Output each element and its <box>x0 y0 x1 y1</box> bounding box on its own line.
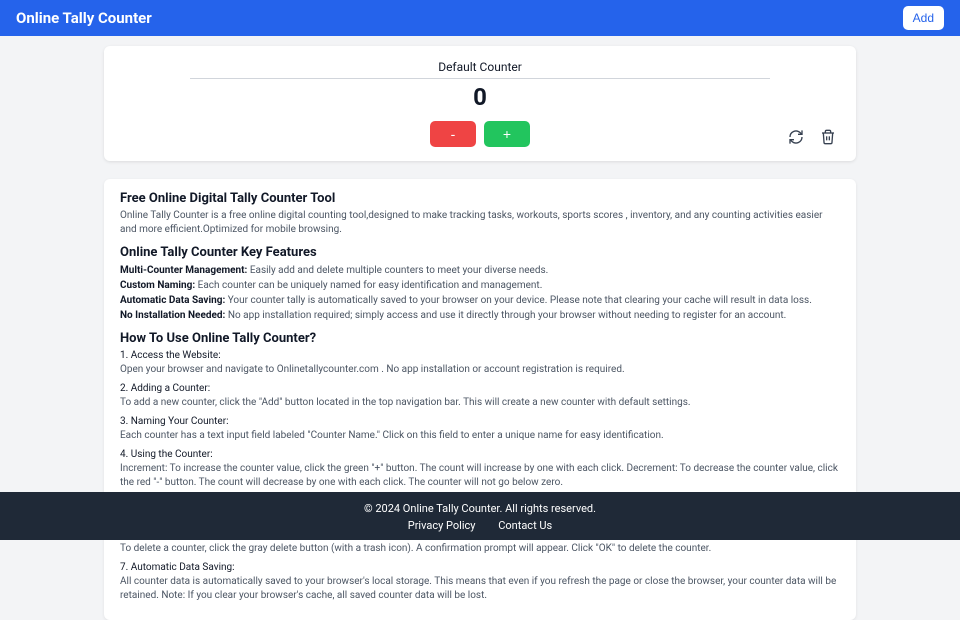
increment-button[interactable]: + <box>484 121 530 147</box>
counter-actions <box>786 127 838 147</box>
footer-copyright: © 2024 Online Tally Counter. All rights … <box>0 502 960 515</box>
footer: © 2024 Online Tally Counter. All rights … <box>0 492 960 540</box>
delete-button[interactable] <box>818 127 838 147</box>
howto-item: 1. Access the Website:Open your browser … <box>120 349 840 377</box>
info-heading-3: How To Use Online Tally Counter? <box>120 331 840 346</box>
info-heading-2: Online Tally Counter Key Features <box>120 245 840 260</box>
app-title: Online Tally Counter <box>16 9 152 27</box>
info-intro: Online Tally Counter is a free online di… <box>120 209 840 237</box>
info-card: Free Online Digital Tally Counter Tool O… <box>104 179 856 620</box>
reset-button[interactable] <box>786 127 806 147</box>
counter-value: 0 <box>122 83 838 111</box>
decrement-button[interactable]: - <box>430 121 476 147</box>
feature-item: Automatic Data Saving: Your counter tall… <box>120 293 840 308</box>
feature-item: Custom Naming: Each counter can be uniqu… <box>120 278 840 293</box>
feature-item: No Installation Needed: No app installat… <box>120 308 840 323</box>
howto-item: 3. Naming Your Counter:Each counter has … <box>120 415 840 443</box>
feature-list: Multi-Counter Management: Easily add and… <box>120 263 840 323</box>
counter-card: Default Counter 0 - + <box>104 46 856 161</box>
contact-link[interactable]: Contact Us <box>498 519 552 532</box>
info-heading-1: Free Online Digital Tally Counter Tool <box>120 191 840 206</box>
header: Online Tally Counter Add <box>0 0 960 36</box>
trash-icon <box>820 129 836 145</box>
reset-icon <box>788 129 804 145</box>
footer-links: Privacy Policy Contact Us <box>0 519 960 532</box>
howto-item: 2. Adding a Counter:To add a new counter… <box>120 382 840 410</box>
add-button[interactable]: Add <box>903 6 944 30</box>
howto-item: 7. Automatic Data Saving:All counter dat… <box>120 561 840 603</box>
counter-name-input[interactable]: Default Counter <box>190 56 770 79</box>
counter-buttons: - + <box>122 121 838 147</box>
feature-item: Multi-Counter Management: Easily add and… <box>120 263 840 278</box>
howto-item: 4. Using the Counter:Increment: To incre… <box>120 448 840 490</box>
privacy-link[interactable]: Privacy Policy <box>408 519 476 532</box>
howto-list: 1. Access the Website:Open your browser … <box>120 349 840 603</box>
